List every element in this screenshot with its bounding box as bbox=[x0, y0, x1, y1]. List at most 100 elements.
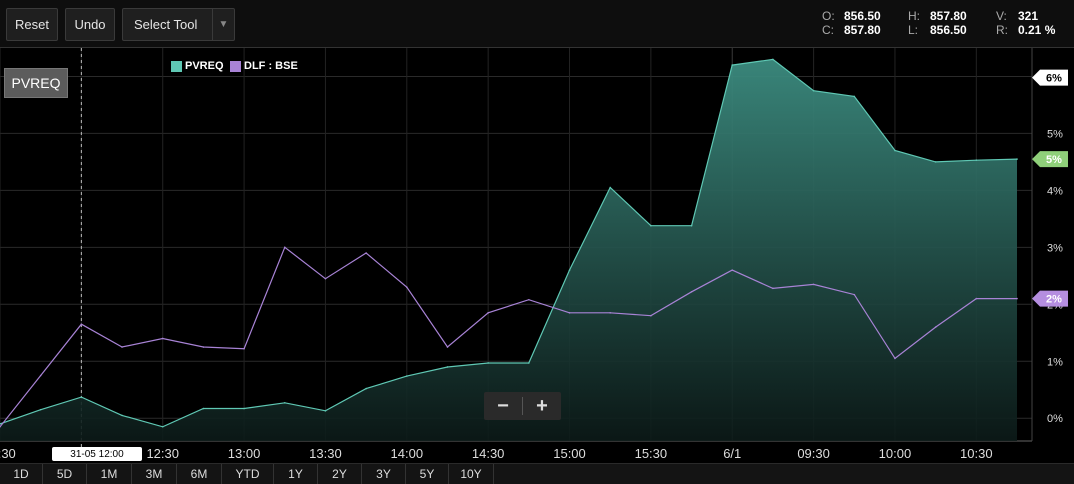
data-point-dlf bbox=[1016, 297, 1018, 300]
data-point-dlf bbox=[934, 326, 937, 328]
data-point-dlf bbox=[161, 337, 164, 340]
ohlc-high-value: 857.80 bbox=[930, 9, 967, 23]
series-area-pvreq bbox=[0, 59, 1017, 442]
data-point-dlf bbox=[690, 290, 693, 293]
data-point-dlf bbox=[609, 312, 611, 314]
range-button[interactable]: 1M bbox=[87, 464, 132, 484]
x-tick-label: 13:30 bbox=[309, 446, 342, 461]
ohlc-high-label: H: bbox=[908, 9, 920, 23]
axis-tag-top: 6% bbox=[1032, 69, 1068, 86]
data-point-pvreq bbox=[650, 224, 652, 227]
range-button[interactable]: 3Y bbox=[362, 464, 406, 484]
symbol-badge[interactable]: PVREQ bbox=[4, 68, 68, 98]
data-point-pvreq bbox=[772, 58, 774, 61]
legend-swatch-pvreq bbox=[171, 60, 182, 72]
x-tick-label: 09:30 bbox=[797, 446, 830, 461]
data-point-dlf bbox=[772, 287, 774, 290]
ohlc-volume-value: 321 bbox=[1018, 9, 1039, 23]
data-point-dlf bbox=[39, 374, 42, 377]
data-point-pvreq bbox=[975, 159, 978, 162]
x-tick-label: 10:30 bbox=[960, 446, 993, 461]
data-point-pvreq bbox=[39, 408, 42, 411]
ohlc-close: C: 857.80 bbox=[822, 23, 881, 37]
chart-series bbox=[0, 58, 1018, 442]
x-tick-label: 12:30 bbox=[146, 446, 179, 461]
data-point-pvreq bbox=[731, 64, 734, 66]
data-point-dlf bbox=[853, 293, 856, 296]
ohlc-low-value: 856.50 bbox=[930, 23, 967, 37]
y-tick-label: 4% bbox=[1047, 185, 1063, 197]
data-point-dlf bbox=[568, 312, 571, 314]
range-button[interactable]: 3M bbox=[132, 464, 177, 484]
legend-label-pvreq: PVREQ bbox=[185, 60, 224, 72]
data-point-pvreq bbox=[528, 362, 530, 364]
legend-label-dlf: DLF : BSE bbox=[244, 60, 298, 72]
select-tool-dropdown[interactable]: Select Tool ▼ bbox=[122, 8, 235, 41]
data-point-pvreq bbox=[80, 396, 83, 398]
data-point-pvreq bbox=[446, 366, 449, 368]
chart-toolbar: Reset Undo Select Tool ▼ O: 856.50 C: 85… bbox=[0, 0, 1074, 48]
range-button[interactable]: 5D bbox=[43, 464, 87, 484]
ohlc-open-value: 856.50 bbox=[844, 9, 881, 23]
data-point-dlf bbox=[975, 297, 978, 300]
zoom-control: − + bbox=[484, 392, 561, 420]
data-point-dlf bbox=[487, 312, 489, 314]
data-point-pvreq bbox=[161, 425, 164, 428]
range-button[interactable]: 1Y bbox=[274, 464, 318, 484]
data-point-dlf bbox=[650, 314, 652, 317]
range-selector: 1D 5D 1M 3M 6M YTD 1Y 2Y 3Y 5Y 10Y bbox=[0, 463, 1074, 484]
data-point-dlf bbox=[80, 323, 83, 326]
range-button[interactable]: YTD bbox=[222, 464, 274, 484]
data-point-pvreq bbox=[487, 362, 489, 364]
undo-button[interactable]: Undo bbox=[65, 8, 115, 41]
y-tick-label: 0% bbox=[1047, 413, 1063, 425]
x-tick-label: 11:30 bbox=[0, 446, 16, 461]
data-point-pvreq bbox=[853, 95, 856, 98]
ohlc-close-label: C: bbox=[822, 23, 834, 37]
select-tool-value: Select Tool bbox=[134, 17, 198, 32]
range-button[interactable]: 5Y bbox=[406, 464, 449, 484]
ohlc-low-label: L: bbox=[908, 23, 919, 37]
data-point-pvreq bbox=[1016, 158, 1018, 160]
data-point-dlf bbox=[324, 277, 327, 280]
range-button[interactable]: 6M bbox=[177, 464, 222, 484]
data-point-pvreq bbox=[365, 387, 367, 390]
legend-item-pvreq[interactable]: PVREQ bbox=[171, 60, 224, 72]
data-point-pvreq bbox=[324, 410, 327, 412]
data-point-dlf bbox=[528, 298, 530, 301]
x-tick-label: 10:00 bbox=[879, 446, 912, 461]
range-button[interactable]: 1D bbox=[0, 464, 43, 484]
data-point-pvreq bbox=[568, 269, 571, 271]
data-point-pvreq bbox=[934, 161, 937, 163]
y-tick-label: 1% bbox=[1047, 356, 1063, 368]
data-point-pvreq bbox=[812, 89, 815, 92]
data-point-dlf bbox=[812, 283, 815, 286]
last-value-tag-dlf-text: 2% bbox=[1046, 294, 1062, 306]
data-point-pvreq bbox=[243, 407, 245, 410]
reset-button[interactable]: Reset bbox=[6, 8, 58, 41]
last-value-tag-dlf: 2% bbox=[1032, 290, 1068, 307]
chevron-down-icon[interactable]: ▼ bbox=[212, 9, 234, 40]
data-point-pvreq bbox=[406, 375, 408, 377]
x-tick-label: 14:30 bbox=[472, 446, 505, 461]
last-value-tag-pvreq: 5% bbox=[1032, 151, 1068, 168]
data-point-pvreq bbox=[283, 402, 286, 404]
axis-tag-top-text: 6% bbox=[1046, 73, 1062, 85]
crosshair-date-label: 31-05 12:00 bbox=[52, 447, 142, 461]
zoom-out-button[interactable]: − bbox=[484, 392, 522, 420]
legend-item-dlf[interactable]: DLF : BSE bbox=[230, 60, 298, 72]
x-tick-label: 15:30 bbox=[635, 446, 668, 461]
ohlc-return-label: R: bbox=[996, 23, 1008, 37]
range-button[interactable]: 10Y bbox=[449, 464, 494, 484]
data-point-dlf bbox=[283, 246, 286, 249]
ohlc-return: R: 0.21 % bbox=[996, 23, 1055, 37]
ohlc-return-value: 0.21 % bbox=[1018, 23, 1056, 37]
data-point-dlf bbox=[121, 346, 123, 348]
data-point-dlf bbox=[406, 286, 408, 289]
ohlc-volume-label: V: bbox=[996, 9, 1007, 23]
x-tick-label: 13:00 bbox=[228, 446, 261, 461]
range-button[interactable]: 2Y bbox=[318, 464, 362, 484]
zoom-in-button[interactable]: + bbox=[523, 392, 561, 420]
last-value-tag-pvreq-text: 5% bbox=[1046, 154, 1062, 166]
x-tick-label: 6/1 bbox=[723, 446, 741, 461]
